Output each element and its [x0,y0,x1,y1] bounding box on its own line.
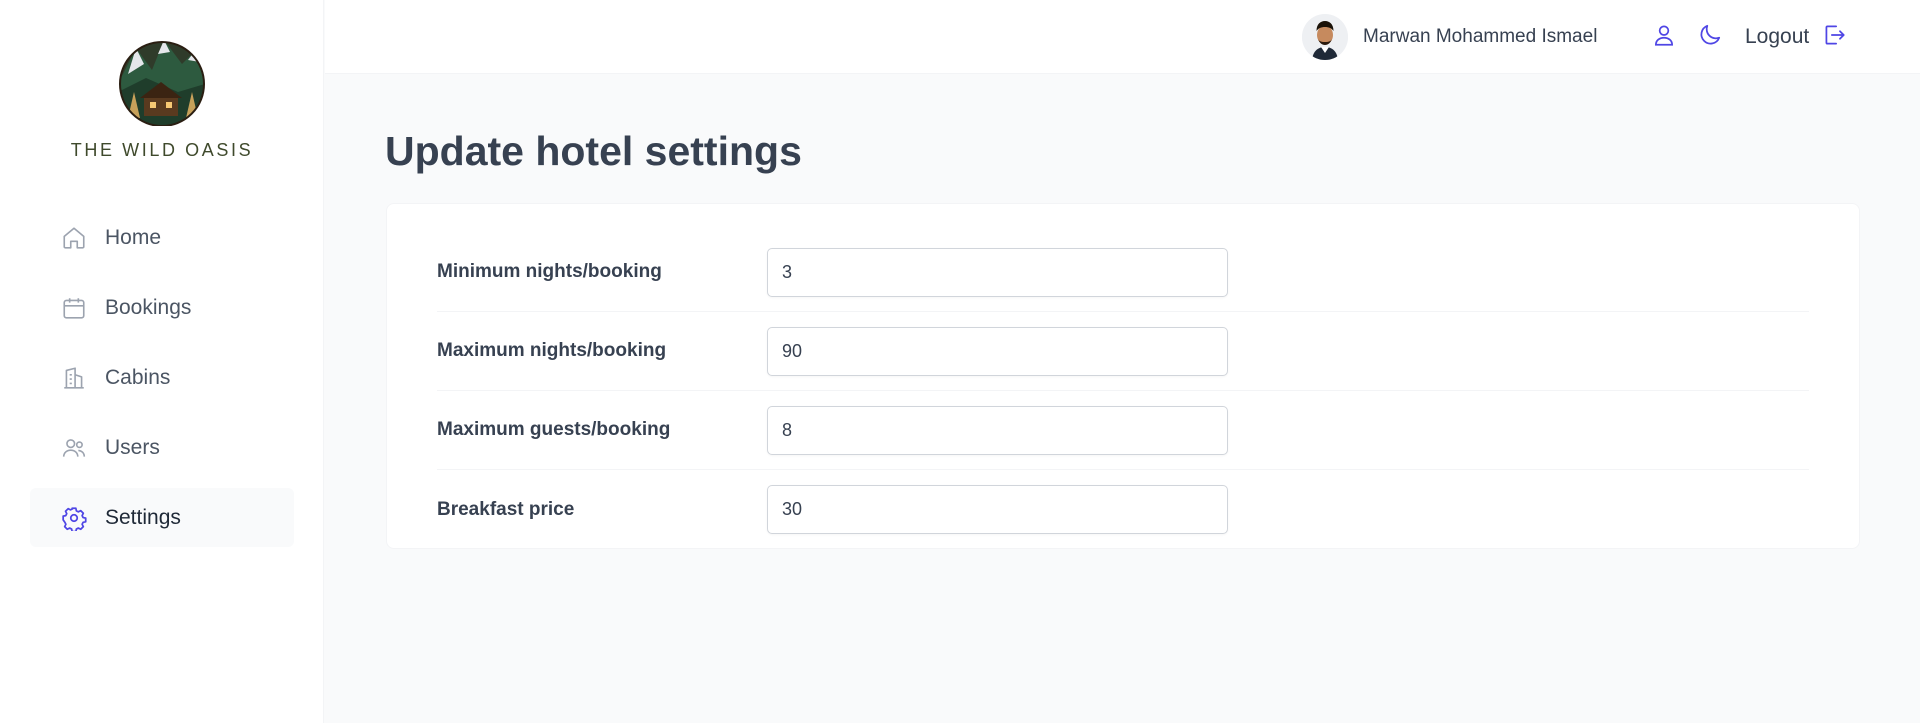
logout-label: Logout [1745,25,1810,48]
nav-item-home[interactable]: Home [30,208,294,267]
nav-label-home: Home [105,225,162,249]
nav-label-bookings: Bookings [105,295,192,319]
hotel-settings-form: Minimum nights/booking Maximum nights/bo… [386,203,1860,549]
moon-icon [1697,22,1723,53]
nav-item-cabins[interactable]: Cabins [30,348,294,407]
form-row-max-guests: Maximum guests/booking [437,391,1809,470]
breakfast-price-label: Breakfast price [437,498,575,520]
nav-label-settings: Settings [105,505,181,529]
max-guests-input[interactable] [767,405,1228,455]
users-icon [60,434,88,462]
home-icon [60,224,88,252]
dark-mode-toggle[interactable] [1697,22,1723,52]
breakfast-price-input[interactable] [767,485,1228,534]
logout-button[interactable]: Logout [1745,22,1847,52]
wild-oasis-logo-icon [119,41,205,126]
nav-label-cabins: Cabins [105,365,171,389]
page-title: Update hotel settings [385,128,802,174]
logout-icon [1821,22,1847,53]
min-nights-label: Minimum nights/booking [437,261,662,282]
gear-icon [60,504,88,532]
sidebar: THE WILD OASIS Home Bookings Cabins User… [0,0,324,723]
min-nights-input[interactable] [767,247,1228,297]
nav-item-bookings[interactable]: Bookings [30,278,294,337]
user-icon [1651,22,1677,53]
form-row-max-nights: Maximum nights/booking [437,312,1809,391]
form-row-breakfast-price: Breakfast price [437,470,1809,549]
building-icon [60,364,88,392]
logo[interactable]: THE WILD OASIS [0,34,324,161]
top-header: Marwan Mohammed Ismael Logout [325,0,1920,74]
nav-item-settings[interactable]: Settings [30,488,294,547]
main-nav: Home Bookings Cabins Users Settings [30,208,294,558]
brand-name: THE WILD OASIS [70,140,254,160]
nav-item-users[interactable]: Users [30,418,294,477]
nav-label-users: Users [105,435,160,459]
calendar-icon [60,294,88,322]
form-row-min-nights: Minimum nights/booking [437,233,1809,312]
max-nights-input[interactable] [767,326,1228,376]
max-guests-label: Maximum guests/booking [437,419,671,440]
account-button[interactable] [1651,22,1677,52]
user-name: Marwan Mohammed Ismael [1363,26,1598,47]
avatar [1302,14,1348,60]
max-nights-label: Maximum nights/booking [437,340,667,361]
